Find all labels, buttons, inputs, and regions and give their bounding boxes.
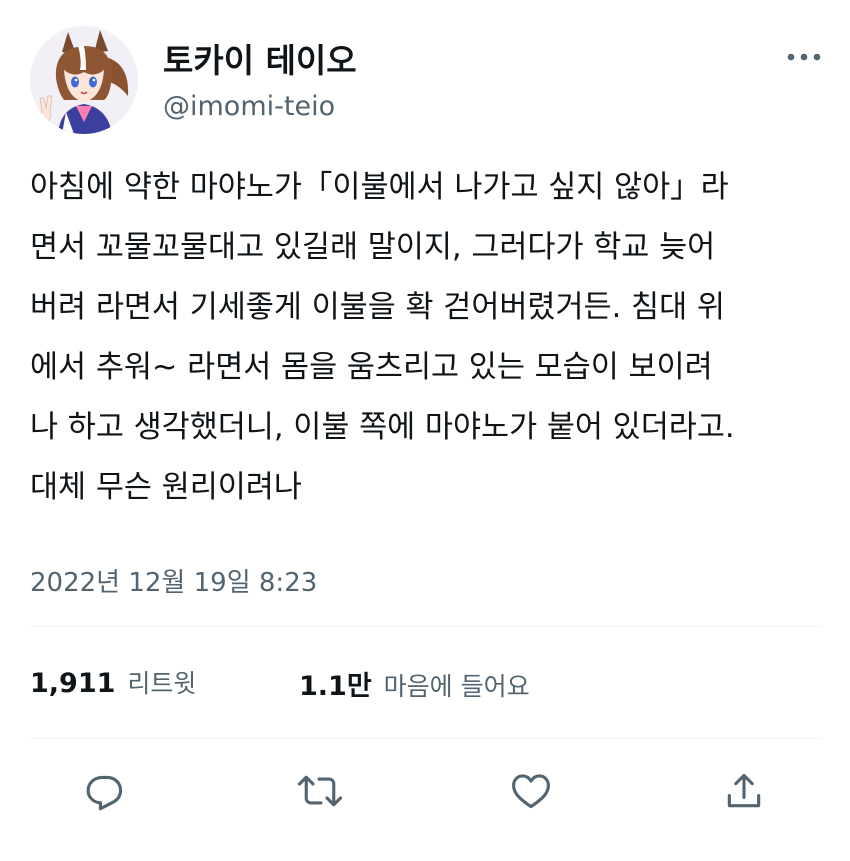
share-icon xyxy=(727,773,761,808)
retweets-label: 리트윗 xyxy=(127,669,197,698)
avatar-illustration xyxy=(30,26,138,134)
more-horizontal-icon xyxy=(787,53,821,61)
tweet-text-line: 면서 꼬물꼬물대고 있길래 말이지, 그러다가 학교 늦어 xyxy=(30,230,716,265)
tweet-detail: 토카이 테이오 @imomi-teio 아침에 약한 마야노가「이불에서 나가고… xyxy=(0,0,850,861)
reply-button[interactable] xyxy=(81,767,129,815)
display-name[interactable]: 토카이 테이오 xyxy=(163,34,357,82)
likes-label: 마음에 들어요 xyxy=(383,672,530,701)
tweet-text-line: 대체 무슨 원리이려나 xyxy=(30,470,302,505)
likes-stat[interactable]: 1.1만 마음에 들어요 xyxy=(299,664,530,703)
retweet-icon xyxy=(297,775,343,807)
retweet-button[interactable] xyxy=(296,767,344,815)
tweet-text-line: 에서 추워~ 라면서 몸을 움츠리고 있는 모습이 보이려 xyxy=(30,350,713,385)
tweet-text-line: 나 하고 생각했더니, 이불 쪽에 마야노가 붙어 있더라고. xyxy=(30,410,735,445)
tweet-timestamp[interactable]: 2022년 12월 19일 8:23 xyxy=(30,562,317,599)
reply-icon xyxy=(86,775,123,811)
share-button[interactable] xyxy=(720,767,768,815)
more-options-button[interactable] xyxy=(782,46,826,68)
divider xyxy=(30,738,822,739)
avatar[interactable] xyxy=(30,26,138,134)
tweet-text-line: 버려 라면서 기세좋게 이불을 확 걷어버렸거든. 침대 위 xyxy=(30,290,725,325)
tweet-text-line: 아침에 약한 마야노가「이불에서 나가고 싶지 않아」라 xyxy=(30,170,729,205)
retweets-stat[interactable]: 1,911 리트윗 xyxy=(30,664,196,700)
tweet-text: 아침에 약한 마야노가「이불에서 나가고 싶지 않아」라 면서 꼬물꼬물대고 있… xyxy=(30,158,830,518)
divider xyxy=(30,626,822,627)
like-button[interactable] xyxy=(507,767,555,815)
retweets-count: 1,911 xyxy=(30,668,116,699)
heart-icon xyxy=(512,774,550,809)
likes-count: 1.1만 xyxy=(299,671,372,702)
user-handle[interactable]: @imomi-teio xyxy=(163,91,335,122)
